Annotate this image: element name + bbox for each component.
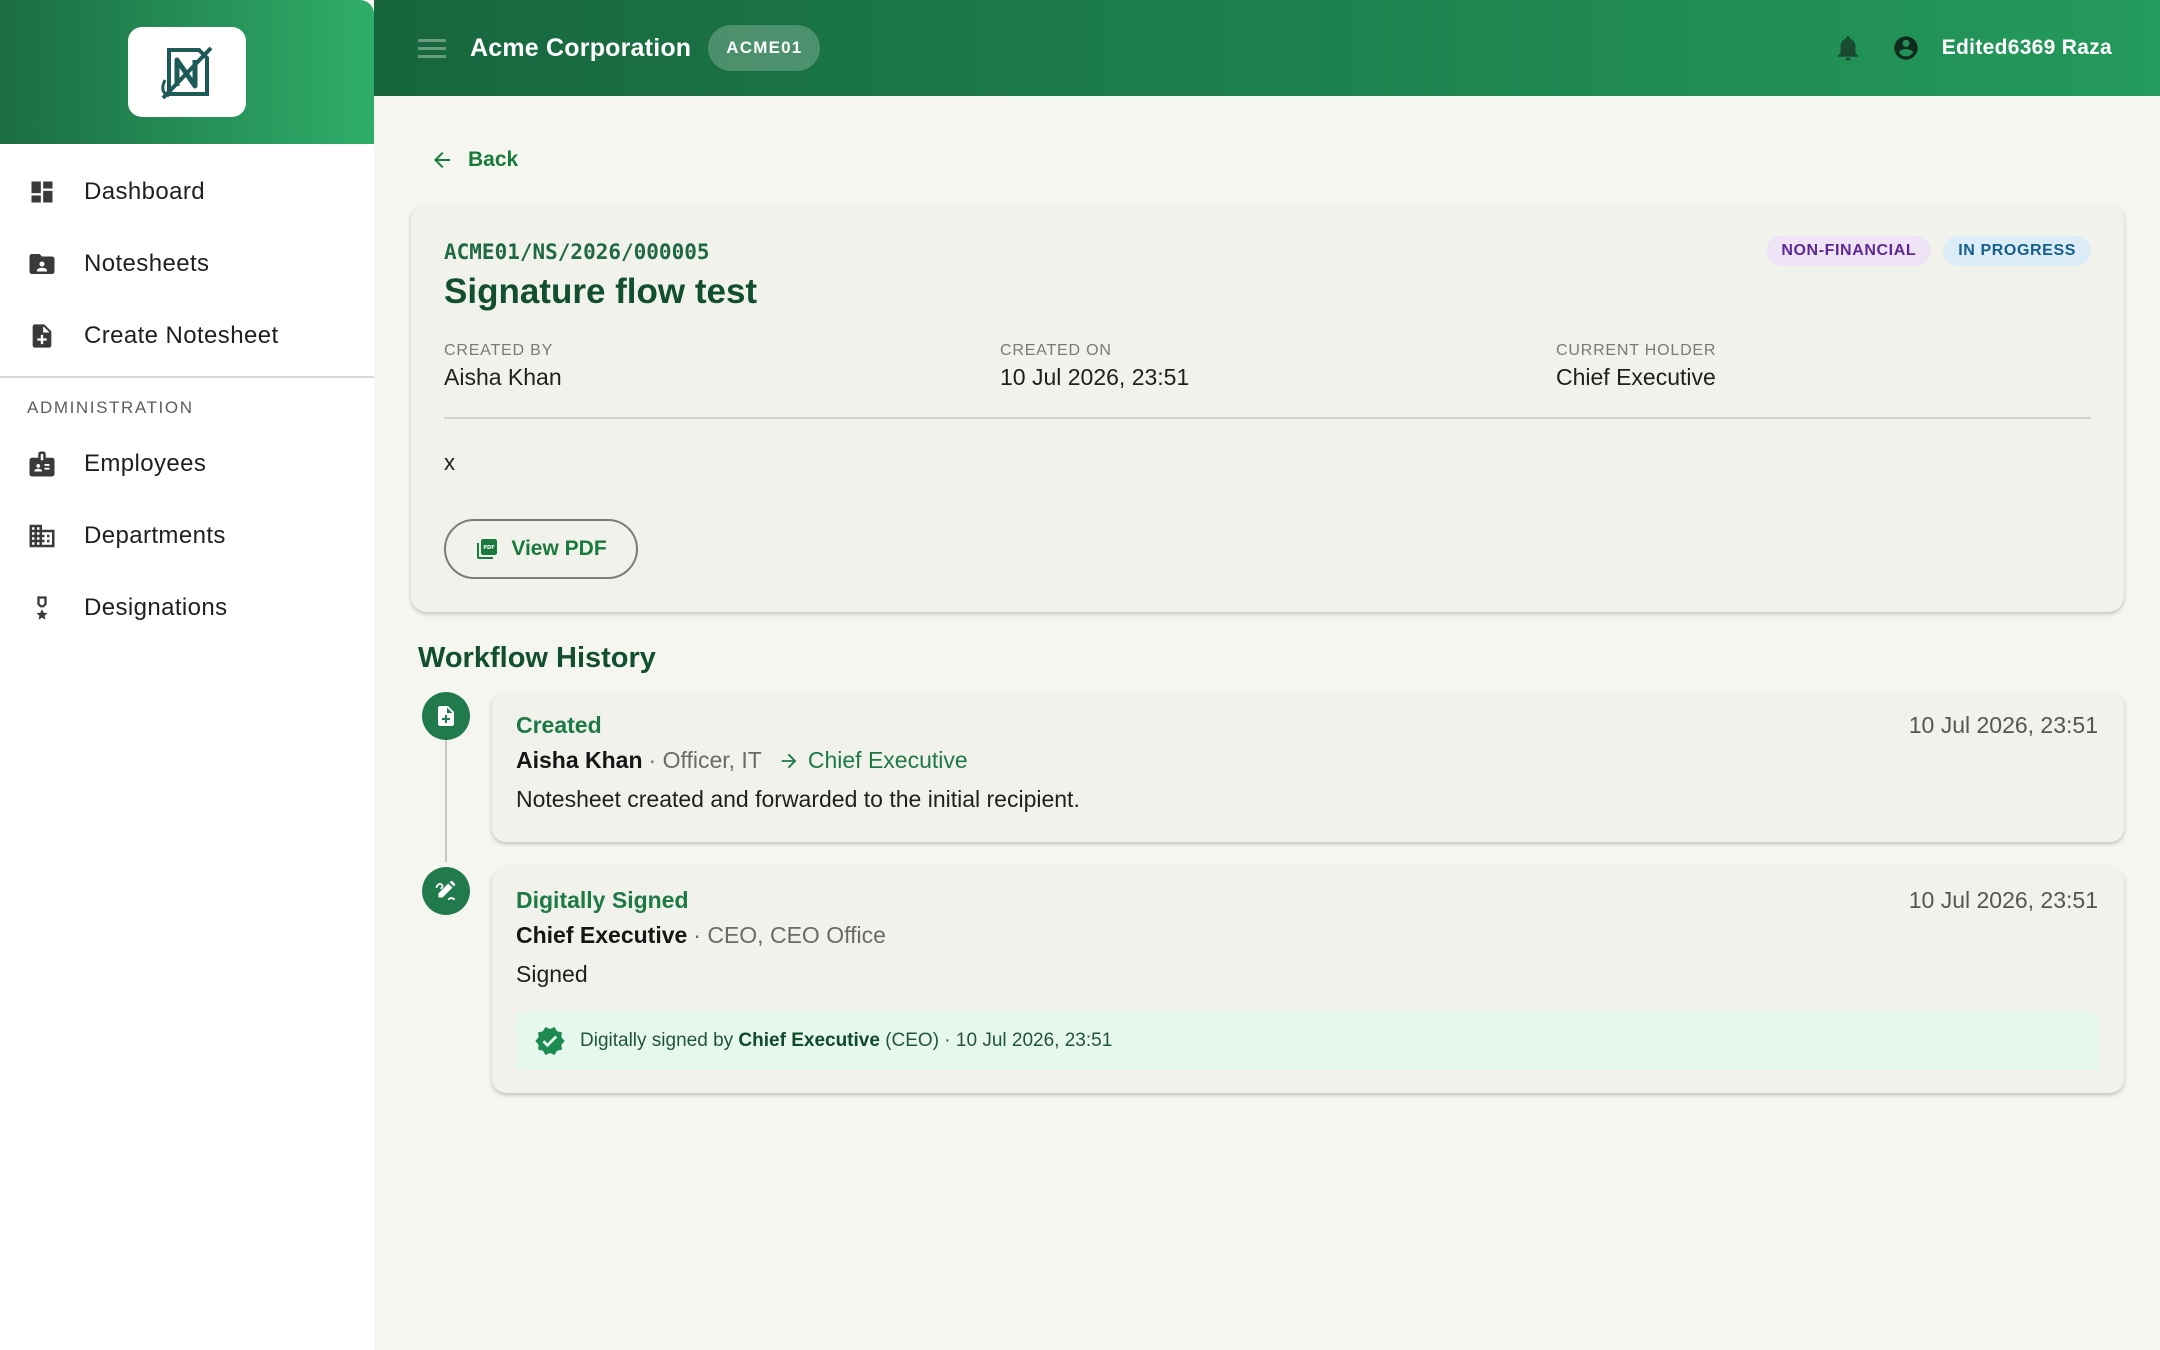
- event-actor-role: · CEO, CEO Office: [693, 922, 886, 948]
- svg-text:PDF: PDF: [484, 545, 495, 551]
- notifications-button[interactable]: [1830, 30, 1866, 66]
- back-label: Back: [468, 148, 519, 171]
- workflow-history-title: Workflow History: [418, 642, 656, 674]
- event-forwarded-to: Chief Executive: [807, 747, 968, 773]
- created-on-label: CREATED ON: [1000, 342, 1112, 359]
- type-badge: NON-FINANCIAL: [1766, 236, 1932, 266]
- account-circle-icon: [1894, 36, 1918, 60]
- current-holder-value: Chief Executive: [1556, 364, 1716, 390]
- sidebar: Dashboard Notesheets Create Notesheet AD…: [0, 0, 374, 1350]
- created-on-field: CREATED ON 10 Jul 2026, 23:51: [1000, 342, 1189, 391]
- event-note: Notesheet created and forwarded to the i…: [516, 786, 1080, 812]
- sidebar-item-create-notesheet[interactable]: Create Notesheet: [0, 300, 374, 372]
- logo-icon: [161, 46, 213, 100]
- signature-verification-box: Digitally signed by Chief Executive (CEO…: [516, 1012, 2100, 1070]
- event-actor-role: · Officer, IT: [648, 747, 762, 773]
- sidebar-brand: [0, 0, 374, 144]
- notesheet-body: x: [444, 450, 455, 475]
- created-by-label: CREATED BY: [444, 342, 554, 359]
- event-actor-line: Aisha Khan · Officer, IT Chief Executive: [516, 747, 968, 774]
- account-button[interactable]: [1890, 32, 1922, 64]
- signature-prefix: Digitally signed by: [580, 1030, 734, 1051]
- signature-icon: [435, 880, 456, 901]
- created-on-value: 10 Jul 2026, 23:51: [1000, 364, 1190, 390]
- top-app-bar: Acme Corporation ACME01 Edited6369 Raza: [374, 0, 2160, 96]
- sidebar-item-designations[interactable]: Designations: [0, 572, 374, 644]
- event-actor-line: Chief Executive · CEO, CEO Office: [516, 922, 886, 949]
- sidebar-section-label: ADMINISTRATION: [27, 398, 194, 417]
- arrow-forward-icon: [778, 750, 800, 772]
- organization-name: Acme Corporation: [470, 33, 692, 62]
- building-icon: [26, 520, 58, 552]
- user-name[interactable]: Edited6369 Raza: [1942, 36, 2112, 60]
- topbar-actions: Edited6369 Raza: [1830, 30, 2112, 66]
- notesheet-card: ACME01/NS/2026/000005 Signature flow tes…: [411, 204, 2124, 612]
- created-by-field: CREATED BY Aisha Khan: [444, 342, 562, 391]
- note-add-icon: [26, 320, 58, 352]
- timeline-dot-signed: [422, 867, 470, 915]
- dashboard-icon: [26, 176, 58, 208]
- pdf-icon: PDF: [477, 539, 498, 559]
- folder-user-icon: [26, 248, 58, 280]
- status-badge: IN PROGRESS: [1943, 236, 2091, 266]
- notesheet-title: Signature flow test: [444, 272, 758, 311]
- workflow-event-created: Created 10 Jul 2026, 23:51 Aisha Khan · …: [492, 692, 2124, 842]
- signature-suffix: (CEO) · 10 Jul 2026, 23:51: [885, 1030, 1113, 1051]
- event-actor: Aisha Khan: [516, 747, 643, 773]
- status-badges: NON-FINANCIAL IN PROGRESS: [1754, 236, 2091, 266]
- event-note: Signed: [516, 961, 588, 987]
- organization-code-badge: ACME01: [708, 25, 821, 71]
- view-pdf-label: View PDF: [511, 537, 607, 560]
- workflow-event-signed: Digitally Signed 10 Jul 2026, 23:51 Chie…: [492, 867, 2124, 1093]
- current-holder-label: CURRENT HOLDER: [1556, 342, 1717, 359]
- sidebar-item-label: Employees: [84, 450, 207, 477]
- sidebar-nav: Dashboard Notesheets Create Notesheet AD…: [0, 144, 374, 644]
- timeline-dot-created: [422, 692, 470, 740]
- event-action: Created: [516, 712, 602, 738]
- sidebar-item-departments[interactable]: Departments: [0, 500, 374, 572]
- medal-icon: [26, 592, 58, 624]
- sidebar-item-label: Departments: [84, 522, 226, 549]
- notesheet-reference: ACME01/NS/2026/000005: [444, 240, 710, 264]
- current-holder-field: CURRENT HOLDER Chief Executive: [1556, 342, 1716, 391]
- arrow-back-icon: [434, 152, 450, 168]
- created-by-value: Aisha Khan: [444, 364, 562, 390]
- sidebar-item-label: Designations: [84, 594, 228, 621]
- verified-icon: [535, 1027, 565, 1055]
- sidebar-item-label: Dashboard: [84, 178, 206, 205]
- hamburger-icon: [418, 39, 446, 58]
- sidebar-item-notesheets[interactable]: Notesheets: [0, 228, 374, 300]
- back-button[interactable]: Back: [430, 148, 518, 172]
- signature-name: Chief Executive: [738, 1030, 880, 1051]
- bell-icon: [1837, 36, 1858, 61]
- signature-text: Digitally signed by Chief Executive (CEO…: [580, 1030, 1112, 1052]
- sidebar-item-employees[interactable]: Employees: [0, 428, 374, 500]
- note-add-icon: [438, 706, 454, 726]
- event-actor: Chief Executive: [516, 922, 688, 948]
- card-divider: [444, 417, 2091, 419]
- event-action: Digitally Signed: [516, 887, 689, 913]
- sidebar-item-dashboard[interactable]: Dashboard: [0, 156, 374, 228]
- badge-icon: [26, 448, 58, 480]
- sidebar-item-label: Create Notesheet: [84, 322, 279, 349]
- menu-button[interactable]: [412, 28, 452, 68]
- view-pdf-button[interactable]: PDF View PDF: [444, 519, 638, 579]
- event-timestamp: 10 Jul 2026, 23:51: [1908, 887, 2098, 913]
- sidebar-item-label: Notesheets: [84, 250, 210, 277]
- timeline-connector: [445, 740, 447, 862]
- event-timestamp: 10 Jul 2026, 23:51: [1908, 712, 2098, 738]
- app-logo[interactable]: [128, 27, 246, 117]
